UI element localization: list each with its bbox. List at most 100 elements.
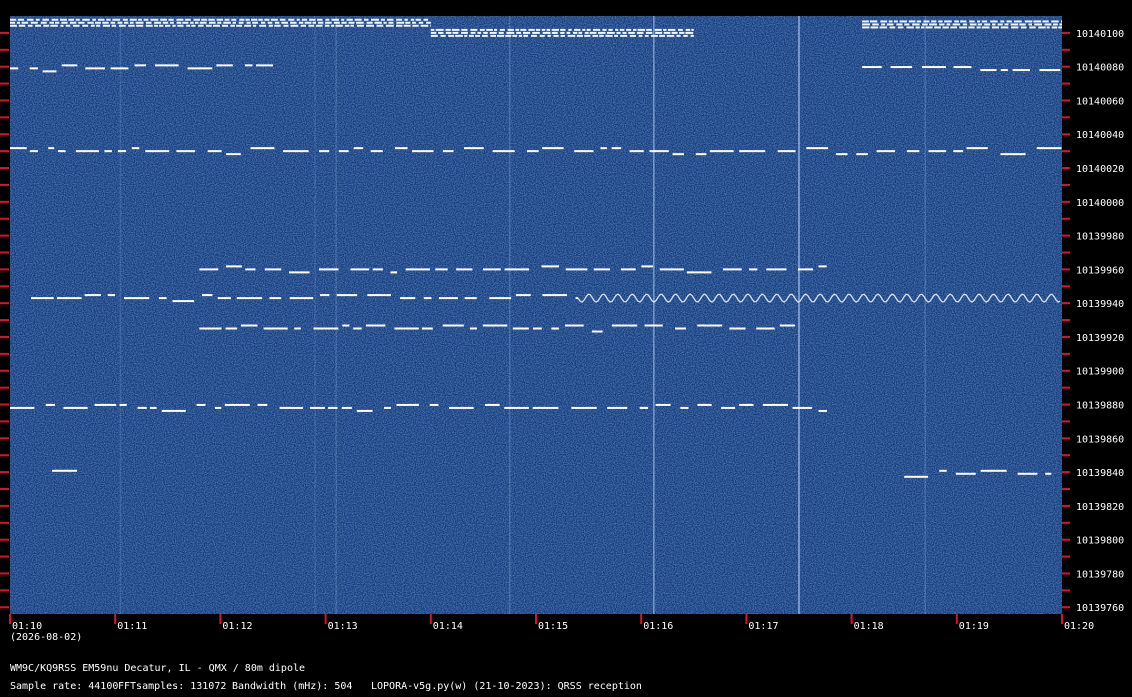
dense-mark [96, 24, 101, 27]
dash-mark [412, 150, 434, 153]
dense-mark [938, 20, 943, 23]
dash-mark [442, 324, 464, 327]
dash-mark [356, 409, 373, 412]
dense-mark [1042, 20, 1049, 23]
dense-mark [507, 28, 514, 31]
dense-mark [931, 20, 937, 23]
dash-mark [697, 324, 723, 327]
dense-mark [72, 24, 80, 27]
dense-mark [412, 21, 416, 24]
dense-mark [267, 21, 273, 24]
dash-mark [862, 66, 882, 69]
dense-mark [143, 18, 149, 21]
dash-mark [52, 469, 77, 472]
y-tick-label: 10139880 [1076, 401, 1124, 412]
dash-mark [686, 271, 712, 274]
dash-mark [289, 297, 314, 300]
dash-mark [644, 324, 663, 327]
dense-mark [438, 31, 444, 34]
dense-mark [490, 34, 497, 37]
dash-mark [405, 268, 430, 271]
dense-mark [128, 24, 135, 27]
y-tick-label: 10140080 [1076, 63, 1124, 74]
dense-mark [17, 18, 25, 21]
dash-mark [504, 406, 529, 409]
dense-mark [531, 34, 537, 37]
dense-mark [366, 21, 373, 24]
dash-mark [318, 268, 339, 271]
dash-mark [245, 268, 256, 271]
dense-mark [170, 21, 174, 24]
dash-mark [721, 406, 736, 409]
dash-mark [904, 475, 929, 478]
dense-mark [671, 31, 678, 34]
dense-mark [663, 31, 671, 34]
dense-mark [981, 26, 990, 29]
dense-mark [348, 21, 355, 24]
dense-mark [560, 34, 566, 37]
dense-mark [619, 28, 625, 31]
dash-mark [482, 268, 501, 271]
dense-mark [106, 18, 111, 21]
dash-mark [154, 64, 179, 67]
dense-mark [560, 31, 565, 34]
dense-mark [129, 18, 137, 21]
dash-mark [225, 265, 242, 268]
dash-mark [484, 403, 500, 406]
dense-mark [990, 20, 998, 23]
dash-mark [319, 294, 330, 297]
dense-mark [592, 28, 601, 31]
dense-mark [551, 31, 558, 34]
dash-mark [289, 271, 310, 274]
dense-mark [493, 28, 498, 31]
x-tick-label: 01:15 [538, 621, 568, 632]
y-tick-label: 10140060 [1076, 96, 1124, 107]
dash-mark [629, 150, 644, 153]
dense-mark [520, 28, 527, 31]
date-label: (2026-08-02) [10, 632, 82, 643]
dash-mark [697, 403, 712, 406]
x-tick-label: 01:16 [643, 621, 673, 632]
dash-mark [542, 147, 564, 150]
dense-mark [608, 28, 613, 31]
dense-mark [43, 24, 50, 27]
dense-mark [430, 24, 431, 27]
dense-mark [388, 21, 394, 24]
dense-mark [862, 26, 870, 29]
dense-mark [915, 26, 920, 29]
dense-mark [946, 23, 951, 26]
dash-mark [966, 147, 988, 150]
dense-mark [333, 21, 340, 24]
dash-mark [350, 268, 370, 271]
dense-mark [886, 23, 894, 26]
dense-mark [138, 18, 142, 21]
y-tick-label: 10140020 [1076, 164, 1124, 175]
dense-mark [160, 18, 168, 21]
dense-mark [300, 24, 307, 27]
dense-mark [505, 34, 512, 37]
dense-mark [976, 26, 981, 29]
dash-mark [574, 150, 594, 153]
dense-mark [560, 28, 566, 31]
dense-mark [124, 21, 129, 24]
dense-mark [27, 24, 33, 27]
dense-mark [309, 18, 316, 21]
dense-mark [950, 26, 958, 29]
x-tick-label: 01:18 [854, 621, 884, 632]
dense-mark [145, 21, 152, 24]
dense-mark [568, 28, 572, 31]
dense-mark [547, 34, 551, 37]
dash-mark [196, 403, 206, 406]
dense-mark [498, 31, 504, 34]
dash-mark [464, 297, 477, 300]
dash-mark [575, 297, 579, 300]
dash-mark [482, 324, 508, 327]
dash-mark [353, 327, 362, 330]
dash-mark [939, 469, 947, 472]
dense-mark [620, 34, 628, 37]
dense-mark [551, 28, 559, 31]
dash-mark [591, 330, 603, 333]
dense-mark [685, 31, 694, 34]
dense-mark [899, 20, 908, 23]
dash-mark [463, 147, 484, 150]
